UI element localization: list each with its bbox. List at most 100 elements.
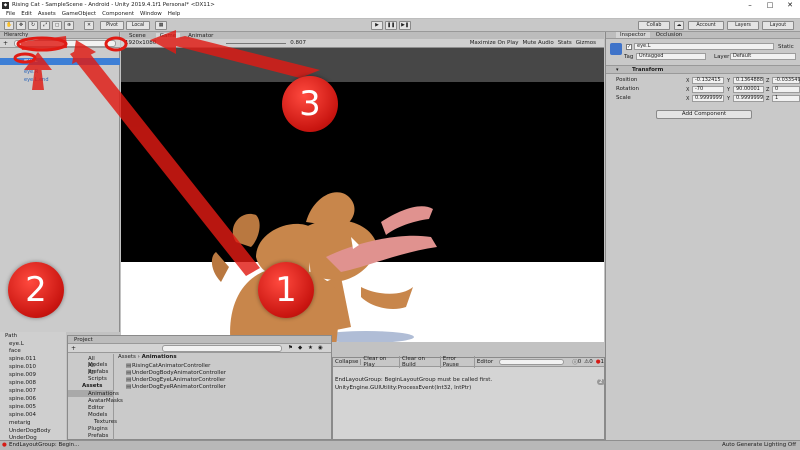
tab-inspector[interactable]: Inspector bbox=[616, 32, 650, 38]
layout-dropdown[interactable]: Layout bbox=[762, 21, 794, 30]
menu-help[interactable]: Help bbox=[168, 11, 181, 17]
scale-z-field[interactable]: 1 bbox=[772, 95, 800, 102]
transform-header[interactable]: ▾ Transform bbox=[606, 65, 800, 74]
menu-component[interactable]: Component bbox=[102, 11, 134, 17]
create-plus-icon[interactable]: + bbox=[71, 345, 76, 352]
collab-button[interactable]: Collab bbox=[638, 21, 670, 30]
error-pause-toggle[interactable]: Error Pause bbox=[441, 356, 475, 368]
asset-eye-l-controller[interactable]: UnderDogEyeLAnimatorController bbox=[132, 377, 225, 383]
collapse-toggle[interactable]: Collapse bbox=[333, 359, 362, 365]
path-item[interactable]: spine.009 bbox=[9, 372, 36, 378]
resolution-dropdown[interactable]: 1920x1080 bbox=[125, 40, 156, 46]
maximize-on-play-toggle[interactable]: Maximize On Play bbox=[470, 40, 519, 46]
scale-y-field[interactable]: 0.9999999 bbox=[733, 95, 764, 102]
clear-on-play-toggle[interactable]: Clear on Play bbox=[361, 356, 400, 368]
path-item[interactable]: face bbox=[9, 348, 21, 354]
tab-animator[interactable]: Animator bbox=[188, 33, 213, 39]
folder-assets[interactable]: Assets bbox=[82, 383, 102, 389]
move-tool-icon[interactable]: ✥ bbox=[16, 21, 26, 30]
tab-occlusion[interactable]: Occlusion bbox=[656, 32, 683, 38]
path-item[interactable]: spine.011 bbox=[9, 356, 36, 362]
create-plus-icon[interactable]: + bbox=[3, 40, 8, 47]
tag-dropdown[interactable]: Untagged bbox=[636, 53, 706, 60]
path-item[interactable]: spine.005 bbox=[9, 404, 36, 410]
folder-prefabs[interactable]: Prefabs bbox=[88, 433, 108, 439]
path-item[interactable]: UnderDogBody bbox=[9, 428, 51, 434]
transform-tool-icon[interactable]: ⊕ bbox=[64, 21, 74, 30]
project-tab[interactable]: Project bbox=[74, 337, 93, 343]
position-z-field[interactable]: -0.0335497 bbox=[772, 77, 800, 84]
path-item[interactable]: spine.010 bbox=[9, 364, 36, 370]
path-item[interactable]: spine.004 bbox=[9, 412, 36, 418]
hand-tool-icon[interactable]: ✋ bbox=[4, 21, 14, 30]
hierarchy-selected-row[interactable] bbox=[0, 58, 120, 65]
rotate-tool-icon[interactable]: ↻ bbox=[28, 21, 38, 30]
project-search-input[interactable] bbox=[162, 345, 282, 352]
step-icon[interactable]: ▶❚ bbox=[399, 21, 411, 30]
console-search-input[interactable] bbox=[499, 359, 565, 365]
hierarchy-tab[interactable]: Hierarchy bbox=[0, 32, 119, 39]
cloud-icon[interactable]: ☁ bbox=[674, 21, 684, 30]
menu-file[interactable]: File bbox=[6, 11, 15, 17]
gizmos-dropdown[interactable]: Gizmos bbox=[576, 40, 596, 46]
position-x-field[interactable]: -0.132415 bbox=[692, 77, 724, 84]
expand-arrow-icon[interactable]: ▾ bbox=[616, 67, 619, 73]
console-log-line[interactable]: EndLayoutGroup: BeginLayoutGroup must be… bbox=[335, 377, 492, 383]
layer-dropdown[interactable]: Default bbox=[730, 53, 796, 60]
add-component-button[interactable]: Add Component bbox=[656, 110, 752, 119]
stats-toggle[interactable]: Stats bbox=[558, 40, 572, 46]
favorite-star-icon[interactable]: ★ bbox=[308, 345, 313, 351]
mute-audio-toggle[interactable]: Mute Audio bbox=[523, 40, 554, 46]
filter-by-label-icon[interactable]: ◆ bbox=[298, 345, 302, 351]
static-toggle[interactable]: Static bbox=[778, 44, 794, 50]
pause-icon[interactable]: ❚❚ bbox=[385, 21, 397, 30]
minimize-icon[interactable]: – bbox=[740, 0, 760, 10]
folder-models[interactable]: Models bbox=[88, 412, 107, 418]
tab-scene[interactable]: Scene bbox=[129, 33, 146, 39]
custom-tool-icon[interactable]: ✕ bbox=[84, 21, 94, 30]
folder-textures[interactable]: Textures bbox=[94, 419, 117, 425]
pivot-button[interactable]: Pivot bbox=[100, 21, 124, 30]
asset-eye-r-controller[interactable]: UnderDogEyeRAnimatorController bbox=[132, 384, 226, 390]
maximize-icon[interactable]: □ bbox=[760, 0, 780, 10]
rotation-y-field[interactable]: 90.00001 bbox=[733, 86, 764, 93]
console-log-line[interactable]: UnityEngine.GUIUtility:ProcessEvent(Int3… bbox=[335, 385, 471, 391]
menu-window[interactable]: Window bbox=[140, 11, 162, 17]
path-item[interactable]: spine.007 bbox=[9, 388, 36, 394]
filter-by-type-icon[interactable]: ⚑ bbox=[288, 345, 293, 351]
folder-plugins[interactable]: Plugins bbox=[88, 426, 108, 432]
hierarchy-item-eye-l-end[interactable]: eye.L.end bbox=[24, 77, 49, 83]
hidden-packages-icon[interactable]: ◉ bbox=[318, 345, 323, 351]
breadcrumb-animations[interactable]: Animations bbox=[142, 354, 177, 360]
active-checkbox[interactable]: ✓ bbox=[626, 44, 632, 50]
scale-x-field[interactable]: 0.9999999 bbox=[692, 95, 724, 102]
status-message[interactable]: EndLayoutGroup: Begin... bbox=[9, 442, 79, 448]
hierarchy-item-eye-r[interactable]: eye.R bbox=[24, 69, 38, 75]
folder-editor[interactable]: Editor bbox=[88, 405, 104, 411]
object-name-input[interactable]: eye.L bbox=[634, 43, 774, 50]
scale-tool-icon[interactable]: ⤢ bbox=[40, 21, 50, 30]
folder-animations[interactable]: Animations bbox=[88, 391, 119, 397]
folder-avatarmasks[interactable]: AvatarMasks bbox=[88, 398, 123, 404]
layers-dropdown[interactable]: Layers bbox=[727, 21, 759, 30]
menu-gameobject[interactable]: GameObject bbox=[62, 11, 96, 17]
path-item[interactable]: metarig bbox=[9, 420, 31, 426]
rotation-x-field[interactable]: -70 bbox=[692, 86, 724, 93]
clear-on-build-toggle[interactable]: Clear on Build bbox=[400, 356, 441, 368]
menu-assets[interactable]: Assets bbox=[38, 11, 56, 17]
scale-slider[interactable] bbox=[226, 42, 287, 44]
rect-tool-icon[interactable]: ▢ bbox=[52, 21, 62, 30]
grid-snap-icon[interactable]: ▦ bbox=[155, 21, 167, 30]
hierarchy-item-eye-l[interactable]: eye.L bbox=[24, 58, 38, 64]
rotation-z-field[interactable]: 0 bbox=[772, 86, 800, 93]
asset-body-controller[interactable]: UnderDogBodyAnimatorController bbox=[132, 370, 226, 376]
tab-game[interactable]: Game bbox=[155, 32, 181, 39]
path-item[interactable]: spine.008 bbox=[9, 380, 36, 386]
error-icon[interactable]: ● bbox=[2, 442, 7, 448]
path-item[interactable]: eye.L bbox=[9, 341, 24, 347]
account-dropdown[interactable]: Account bbox=[688, 21, 724, 30]
play-icon[interactable]: ▶ bbox=[371, 21, 383, 30]
folder-all-scripts[interactable]: All Scripts bbox=[88, 370, 113, 382]
position-y-field[interactable]: 0.1364888 bbox=[733, 77, 764, 84]
path-item[interactable]: spine.006 bbox=[9, 396, 36, 402]
